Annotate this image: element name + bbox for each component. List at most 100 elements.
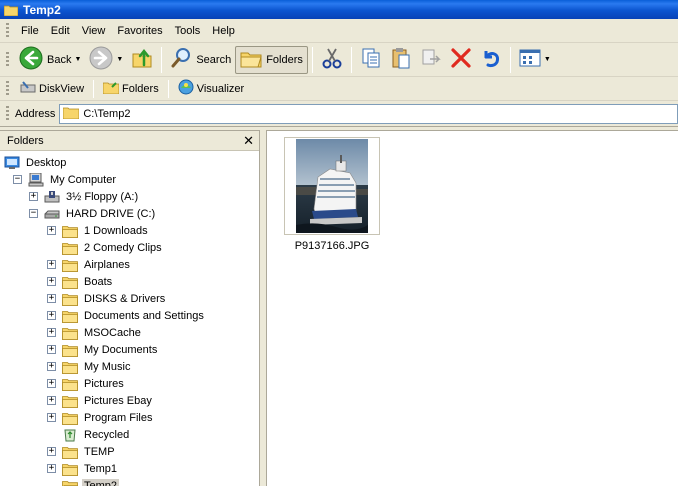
file-item[interactable]: P9137166.JPG xyxy=(282,137,382,252)
folders-icon xyxy=(240,48,262,71)
back-label: Back xyxy=(47,53,72,66)
folder-icon xyxy=(62,394,78,408)
expand-plus-icon[interactable]: + xyxy=(47,413,56,422)
visualizer-link[interactable]: Visualizer xyxy=(173,79,250,99)
toolbar-separator xyxy=(93,79,95,98)
chevron-down-icon[interactable]: ▼ xyxy=(116,56,123,63)
folder-icon xyxy=(62,377,78,391)
cut-button[interactable] xyxy=(317,46,347,74)
tree-node[interactable]: +1 Downloads xyxy=(0,222,259,239)
tree-node[interactable]: Temp2 xyxy=(0,477,259,486)
undo-icon xyxy=(480,47,502,72)
tree-node[interactable]: + Program Files xyxy=(0,409,259,426)
tree-node[interactable]: +3½ Floppy (A:) xyxy=(0,188,259,205)
folders-toggle-button[interactable]: Folders xyxy=(235,45,308,74)
tree-node-label: Airplanes xyxy=(84,258,130,271)
computer-icon xyxy=(28,172,44,187)
address-bar: Address C:\Temp2 xyxy=(0,101,678,127)
copy-to-icon xyxy=(420,47,442,72)
expand-plus-icon[interactable]: + xyxy=(47,447,56,456)
folder-icon xyxy=(3,4,19,16)
toolbar-grip[interactable] xyxy=(6,51,9,68)
tree-node[interactable]: − My Computer xyxy=(0,171,259,188)
tree-node-label: DISKS & Drivers xyxy=(84,292,166,305)
expand-plus-icon[interactable]: + xyxy=(47,362,56,371)
expand-plus-icon[interactable]: + xyxy=(47,311,56,320)
desktop-icon xyxy=(4,156,20,170)
file-list-pane: P9137166.JPG xyxy=(266,130,678,486)
views-button[interactable]: ▼ xyxy=(515,46,555,74)
expand-plus-icon[interactable]: + xyxy=(47,379,56,388)
folder-icon xyxy=(62,462,78,476)
tree-node[interactable]: Desktop xyxy=(0,154,259,171)
folders-pane-title: Folders xyxy=(7,134,44,147)
folders-link[interactable]: Folders xyxy=(98,79,164,99)
address-input[interactable]: C:\Temp2 xyxy=(59,103,678,124)
back-button[interactable]: Back ▼ xyxy=(15,46,85,74)
folder-icon xyxy=(62,309,78,323)
tree-node[interactable]: + MSOCache xyxy=(0,324,259,341)
diskview-link[interactable]: DiskView xyxy=(15,79,89,99)
up-folder-button[interactable] xyxy=(127,46,157,74)
expand-plus-icon[interactable]: + xyxy=(47,345,56,354)
menu-view[interactable]: View xyxy=(76,22,112,40)
toolbar-separator xyxy=(167,79,169,98)
tree-node[interactable]: 2 Comedy Clips xyxy=(0,239,259,256)
search-button[interactable]: Search xyxy=(166,46,235,74)
tree-node-label: Program Files xyxy=(84,411,153,424)
recycle-bin-icon xyxy=(62,428,78,442)
tree-node[interactable]: + My Music xyxy=(0,358,259,375)
open-folder-icon xyxy=(62,479,79,486)
tree-node[interactable]: Recycled xyxy=(0,426,259,443)
tree-node-label: Desktop xyxy=(26,156,67,169)
copy-button[interactable] xyxy=(356,46,386,74)
collapse-minus-icon[interactable]: − xyxy=(13,175,22,184)
toolbar-grip[interactable] xyxy=(6,105,9,122)
tree-node[interactable]: + Airplanes xyxy=(0,256,259,273)
tree-node[interactable]: + Pictures Ebay xyxy=(0,392,259,409)
tree-node-label: 1 Downloads xyxy=(84,224,148,237)
tree-node[interactable]: + My Documents xyxy=(0,341,259,358)
tree-node[interactable]: + TEMP xyxy=(0,443,259,460)
tree-node[interactable]: + Pictures xyxy=(0,375,259,392)
copy-to-button[interactable] xyxy=(416,46,446,74)
close-icon[interactable]: ✕ xyxy=(243,134,254,147)
expand-plus-icon[interactable]: + xyxy=(29,192,38,201)
scissors-icon xyxy=(321,47,343,72)
expand-plus-icon[interactable]: + xyxy=(47,260,56,269)
forward-button[interactable]: ▼ xyxy=(85,46,127,74)
tree-node[interactable]: + Boats xyxy=(0,273,259,290)
chevron-down-icon[interactable]: ▼ xyxy=(544,56,551,63)
menu-edit[interactable]: Edit xyxy=(45,22,76,40)
tree-node[interactable]: − HARD DRIVE (C:) xyxy=(0,205,259,222)
paste-button[interactable] xyxy=(386,46,416,74)
expand-plus-icon[interactable]: + xyxy=(47,328,56,337)
chevron-down-icon[interactable]: ▼ xyxy=(74,56,81,63)
collapse-minus-icon[interactable]: − xyxy=(29,209,38,218)
expand-plus-icon[interactable]: + xyxy=(47,277,56,286)
tree-node[interactable]: + Temp1 xyxy=(0,460,259,477)
tree-node[interactable]: + Documents and Settings xyxy=(0,307,259,324)
menu-file[interactable]: File xyxy=(15,22,45,40)
tree-node[interactable]: + DISKS & Drivers xyxy=(0,290,259,307)
tree-node-label: Temp2 xyxy=(82,478,120,486)
menu-help[interactable]: Help xyxy=(206,22,241,40)
folders-pane-header: Folders ✕ xyxy=(0,131,259,151)
menu-favorites[interactable]: Favorites xyxy=(111,22,168,40)
views-icon xyxy=(519,48,541,71)
window-title: Temp2 xyxy=(23,2,61,17)
toolbar-grip[interactable] xyxy=(6,23,9,39)
menu-bar: File Edit View Favorites Tools Help xyxy=(0,20,678,43)
file-name: P9137166.JPG xyxy=(294,240,370,252)
delete-button[interactable] xyxy=(446,46,476,74)
expand-plus-icon[interactable]: + xyxy=(47,464,56,473)
toolbar-grip[interactable] xyxy=(6,80,9,97)
tree-node-label: Documents and Settings xyxy=(84,309,204,322)
expand-plus-icon[interactable]: + xyxy=(47,396,56,405)
expand-plus-icon[interactable]: + xyxy=(47,294,56,303)
expand-plus-icon[interactable]: + xyxy=(47,226,56,235)
menu-tools[interactable]: Tools xyxy=(169,22,207,40)
tree-node-label: Recycled xyxy=(84,428,130,441)
undo-button[interactable] xyxy=(476,46,506,74)
folder-icon xyxy=(62,445,78,459)
